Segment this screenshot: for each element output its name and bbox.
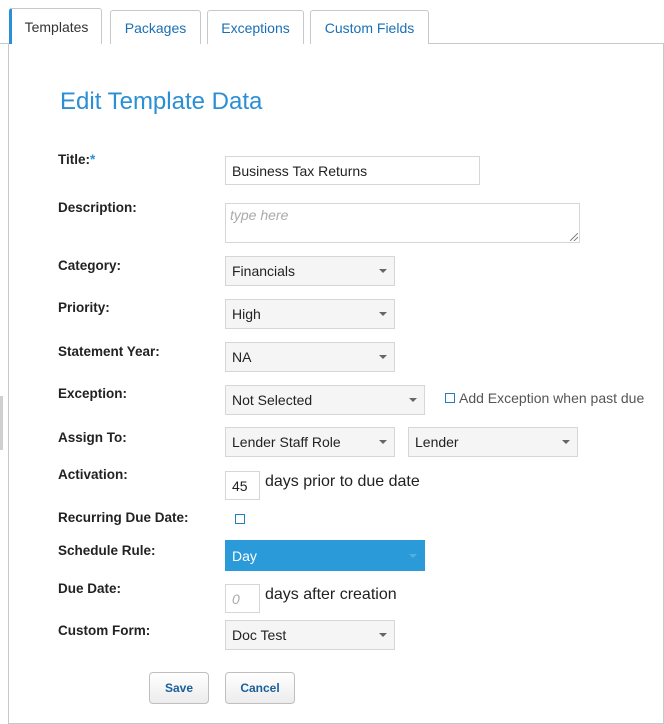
title-input[interactable]: Business Tax Returns (225, 156, 480, 185)
chevron-down-icon (409, 398, 417, 402)
statement-year-label: Statement Year: (58, 344, 160, 359)
activation-input[interactable]: 45 (225, 471, 260, 500)
assign-to-label: Assign To: (58, 430, 127, 445)
add-exception-label: Add Exception when past due (459, 390, 645, 406)
save-button[interactable]: Save (149, 672, 209, 704)
resize-grip-icon[interactable] (570, 233, 578, 241)
description-textarea[interactable]: type here (225, 203, 580, 243)
category-label: Category: (58, 258, 122, 273)
custom-form-select[interactable]: Doc Test (225, 620, 395, 650)
chevron-down-icon (379, 633, 387, 637)
description-placeholder: type here (230, 207, 289, 223)
due-date-input[interactable]: 0 (225, 584, 260, 613)
cancel-button[interactable]: Cancel (225, 672, 295, 704)
schedule-rule-select[interactable]: Day (225, 540, 425, 571)
page-title: Edit Template Data (60, 88, 263, 115)
title-label: Title:* (58, 152, 96, 167)
side-handle[interactable] (0, 396, 3, 450)
due-date-label: Due Date: (58, 581, 122, 596)
chevron-down-icon (379, 440, 387, 444)
tab-custom-fields[interactable]: Custom Fields (310, 10, 429, 44)
priority-value: High (232, 306, 261, 322)
statement-year-value: NA (232, 349, 252, 365)
statement-year-select[interactable]: NA (225, 342, 395, 372)
tab-templates[interactable]: Templates (9, 8, 102, 45)
category-value: Financials (232, 263, 296, 279)
title-input-value: Business Tax Returns (232, 162, 368, 179)
category-select[interactable]: Financials (225, 256, 395, 286)
activation-label: Activation: (58, 467, 128, 482)
add-exception-checkbox[interactable] (445, 393, 455, 403)
priority-select[interactable]: High (225, 299, 395, 329)
assign-role-select[interactable]: Lender Staff Role (225, 427, 395, 457)
assign-party-select[interactable]: Lender (408, 427, 578, 457)
activation-value: 45 (232, 477, 248, 494)
recurring-due-date-checkbox[interactable] (235, 514, 245, 524)
chevron-down-icon (379, 269, 387, 273)
custom-form-value: Doc Test (232, 627, 287, 643)
tab-exceptions[interactable]: Exceptions (207, 10, 304, 44)
schedule-rule-label: Schedule Rule: (58, 543, 156, 558)
description-label: Description: (58, 200, 137, 215)
chevron-down-icon (379, 312, 387, 316)
tab-bar: Templates Packages Exceptions Custom Fie… (0, 0, 664, 45)
assign-role-value: Lender Staff Role (232, 434, 341, 450)
assign-party-value: Lender (415, 434, 459, 450)
due-date-suffix: days after creation (265, 586, 397, 603)
custom-form-label: Custom Form: (58, 623, 151, 638)
schedule-rule-value: Day (232, 547, 257, 564)
edit-template-window: Templates Packages Exceptions Custom Fie… (0, 0, 664, 724)
required-marker: * (90, 152, 96, 167)
exception-value: Not Selected (232, 392, 313, 408)
due-date-placeholder: 0 (232, 590, 240, 607)
chevron-down-icon (379, 355, 387, 359)
chevron-down-icon (562, 440, 570, 444)
exception-select[interactable]: Not Selected (225, 385, 425, 415)
chevron-down-icon (409, 553, 417, 558)
priority-label: Priority: (58, 300, 110, 315)
recurring-due-date-label: Recurring Due Date: (58, 510, 189, 525)
tab-packages[interactable]: Packages (110, 10, 201, 44)
activation-suffix: days prior to due date (265, 473, 420, 490)
exception-label: Exception: (58, 386, 128, 401)
